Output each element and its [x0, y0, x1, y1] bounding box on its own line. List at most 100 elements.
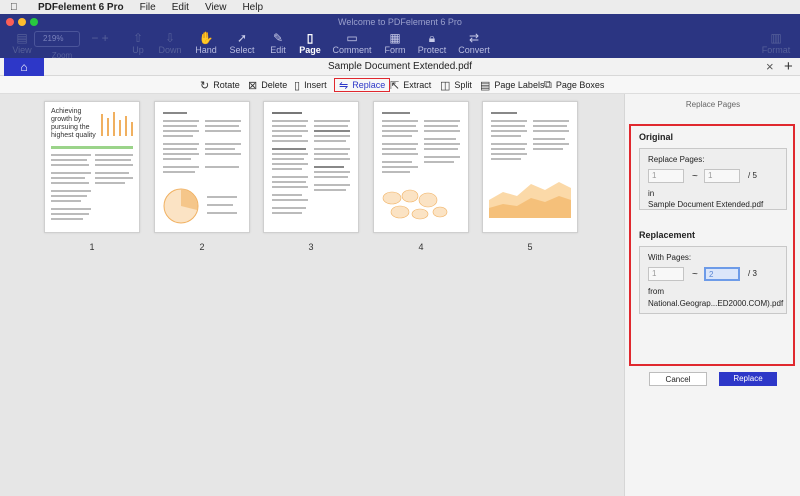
format-icon: ▥	[770, 31, 782, 45]
menu-help[interactable]: Help	[242, 2, 263, 13]
page-thumbnail-4[interactable]	[373, 101, 469, 233]
page-thumbnail-5[interactable]	[482, 101, 578, 233]
comment-label: Comment	[332, 45, 372, 55]
page-number-3: 3	[308, 242, 314, 252]
zoom-field[interactable]: 219%	[34, 31, 80, 47]
thumbnail-map-icon	[382, 189, 448, 220]
replace-page-icon: ⇋	[339, 79, 349, 92]
page-thumbnail-1[interactable]: Achieving growth by pursuing the highest…	[44, 101, 140, 233]
rotate-button[interactable]: ↻ Rotate	[200, 78, 240, 92]
down-button[interactable]: ⇩ Down	[150, 31, 190, 55]
page-tool-button[interactable]: ▯ Page	[290, 31, 330, 55]
comment-tool-button[interactable]: ▭ Comment	[330, 31, 374, 55]
up-label: Up	[132, 45, 144, 55]
replace-pages-form: Original Replace Pages: 1 ~ 1 / 5 in Sam…	[629, 124, 795, 386]
replacement-from-input[interactable]: 1	[648, 267, 684, 281]
page-boxes-button[interactable]: ⧉ Page Boxes	[544, 78, 604, 92]
menu-view[interactable]: View	[205, 2, 227, 13]
format-label: Format	[761, 45, 791, 55]
protect-label: Protect	[417, 45, 447, 55]
thumbnail-area-chart-icon	[489, 182, 571, 218]
select-tool-button[interactable]: ➚ Select	[222, 31, 262, 55]
page-boxes-icon: ⧉	[544, 78, 552, 91]
hand-tool-button[interactable]: ✋ Hand	[186, 31, 226, 55]
page-number-4: 4	[418, 242, 424, 252]
thumbnail-heading: Achieving growth by pursuing the highest…	[51, 108, 96, 139]
replace-pages-label: Replace Pages:	[648, 155, 705, 164]
extract-button[interactable]: ⇱ Extract	[390, 78, 431, 92]
menu-app-name[interactable]: PDFelement 6 Pro	[38, 2, 124, 13]
menu-file[interactable]: File	[140, 2, 156, 13]
replacement-to-input[interactable]: 2	[704, 267, 740, 281]
menu-edit[interactable]: Edit	[172, 2, 189, 13]
format-tool-button[interactable]: ▥ Format	[756, 31, 796, 55]
page-toolbar: ↻ Rotate ⊠ Delete ▯ Insert ⇋ Replace ⇱ Extrac…	[0, 76, 800, 94]
in-label: in	[648, 189, 655, 198]
convert-label: Convert	[458, 45, 490, 55]
page-labels-label: Page Labels	[494, 80, 545, 90]
original-total-pages: / 5	[748, 171, 757, 180]
page-number-2: 2	[199, 242, 205, 252]
replace-confirm-button[interactable]: Replace	[719, 372, 777, 386]
comment-icon: ▭	[346, 31, 358, 45]
edit-label: Edit	[270, 45, 286, 55]
replace-label: Replace	[352, 80, 386, 90]
hand-icon: ✋	[198, 31, 214, 45]
original-group: Replace Pages: 1 ~ 1 / 5 in Sample Docum…	[639, 148, 787, 210]
plus-minus-icon: − +	[91, 31, 109, 45]
thumbnail-chart-icon	[101, 112, 133, 136]
from-label: from	[648, 287, 664, 296]
page-thumbnail-2[interactable]	[154, 101, 250, 233]
document-tab-title[interactable]: Sample Document Extended.pdf	[0, 61, 800, 72]
zoom-step-button[interactable]: − +	[80, 31, 120, 45]
view-label: View	[12, 45, 32, 55]
main-toolbar: Welcome to PDFelement 6 Pro ▤ View 219% …	[0, 14, 800, 60]
page-down-icon: ⇩	[164, 31, 176, 45]
panel-header: Replace Pages	[685, 100, 741, 109]
extract-page-icon: ⇱	[390, 79, 400, 92]
page-boxes-label: Page Boxes	[555, 80, 605, 90]
page-label: Page	[299, 45, 321, 55]
page-icon: ▯	[306, 31, 314, 45]
page-labels-icon: ▤	[480, 79, 491, 92]
delete-button[interactable]: ⊠ Delete	[248, 78, 287, 92]
apple-icon[interactable]: 	[10, 2, 24, 13]
original-from-input[interactable]: 1	[648, 169, 684, 183]
window-title: Welcome to PDFelement 6 Pro	[338, 17, 462, 27]
select-label: Select	[229, 45, 255, 55]
source-file-name: Sample Document Extended.pdf	[648, 200, 764, 209]
insert-page-icon: ▯	[294, 79, 301, 92]
replace-button[interactable]: ⇋ Replace	[334, 78, 391, 92]
split-label: Split	[454, 80, 472, 90]
page-labels-button[interactable]: ▤ Page Labels	[480, 78, 544, 92]
convert-tool-button[interactable]: ⇄ Convert	[454, 31, 494, 55]
add-tab-icon[interactable]: +	[784, 58, 793, 75]
range-tilde: ~	[692, 171, 698, 182]
down-label: Down	[158, 45, 182, 55]
hand-label: Hand	[195, 45, 217, 55]
protect-tool-button[interactable]: 🔒︎ Protect	[412, 31, 452, 55]
form-tool-button[interactable]: ▦ Form	[375, 31, 415, 55]
close-tab-icon[interactable]: ×	[766, 59, 774, 74]
delete-page-icon: ⊠	[248, 79, 258, 92]
original-section-title: Original	[639, 132, 674, 142]
rotate-label: Rotate	[213, 80, 240, 90]
replacement-section-title: Replacement	[639, 230, 696, 240]
lock-icon: 🔒︎	[428, 31, 436, 45]
extract-label: Extract	[403, 80, 432, 90]
cancel-button[interactable]: Cancel	[649, 372, 707, 386]
convert-icon: ⇄	[468, 31, 480, 45]
replacement-group: With Pages: 1 ~ 2 / 3 from National.Geog…	[639, 246, 787, 314]
insert-button[interactable]: ▯ Insert	[294, 78, 327, 92]
original-to-input[interactable]: 1	[704, 169, 740, 183]
replace-pages-panel: Replace Pages Original Replace Pages: 1 …	[624, 94, 800, 496]
form-icon: ▦	[389, 31, 401, 45]
with-pages-label: With Pages:	[648, 253, 692, 262]
insert-label: Insert	[304, 80, 327, 90]
page-number-5: 5	[527, 242, 533, 252]
page-thumbnail-3[interactable]	[263, 101, 359, 233]
page-thumbnails-area: Achieving growth by pursuing the highest…	[0, 94, 624, 496]
delete-label: Delete	[261, 80, 288, 90]
split-button[interactable]: ◫ Split	[440, 78, 472, 92]
form-label: Form	[384, 45, 406, 55]
